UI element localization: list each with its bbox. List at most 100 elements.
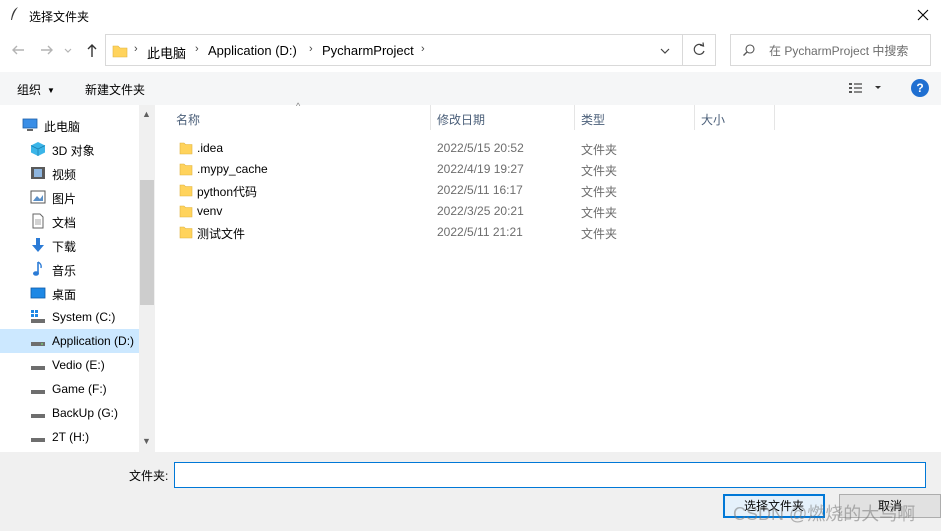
file-row[interactable]: venv 2022/3/25 20:21 文件夹 [174, 201, 734, 222]
sidebar-item-label: System (C:) [52, 310, 116, 324]
breadcrumb-separator: › [195, 43, 199, 55]
scroll-down-arrow-icon[interactable]: ▼ [142, 436, 151, 446]
drive-icon [31, 390, 45, 394]
column-header-size[interactable]: 大小 [701, 111, 725, 128]
file-row[interactable]: .idea 2022/5/15 20:52 文件夹 [174, 138, 734, 159]
sidebar-item-desktop[interactable]: 桌面 [0, 281, 139, 305]
scroll-up-arrow-icon[interactable]: ▲ [142, 109, 151, 119]
sidebar-item-game-f[interactable]: Game (F:) [0, 377, 139, 401]
breadcrumb-this-pc[interactable]: 此电脑 [147, 43, 186, 62]
search-box[interactable] [730, 34, 931, 66]
sidebar-item-this-pc[interactable]: 此电脑 [0, 113, 139, 137]
column-divider[interactable] [430, 105, 431, 130]
sidebar-item-application-d[interactable]: Application (D:) [0, 329, 139, 353]
breadcrumb-separator: › [134, 43, 138, 55]
column-divider[interactable] [574, 105, 575, 130]
refresh-button[interactable] [683, 34, 716, 66]
sidebar-item-label: 此电脑 [44, 120, 81, 134]
sidebar-item-videos[interactable]: 视频 [0, 161, 139, 185]
folder-icon [179, 226, 193, 239]
search-icon [743, 44, 755, 56]
help-icon: ? [916, 81, 924, 95]
feather-icon [11, 7, 18, 20]
file-list: ^ 名称 修改日期 类型 大小 .idea 2022/5/15 20:52 文件… [156, 101, 941, 452]
sidebar-item-pictures[interactable]: 图片 [0, 185, 139, 209]
command-toolbar: 组织 ▼ 新建文件夹 ? [0, 72, 941, 105]
sidebar-scrollbar[interactable]: ▲ ▼ [139, 105, 155, 452]
window-title: 选择文件夹 [29, 10, 90, 24]
sidebar-item-label: BackUp (G:) [52, 406, 119, 420]
system-drive-icon [31, 310, 45, 323]
download-icon [32, 238, 44, 252]
file-type: 文件夹 [581, 206, 618, 220]
forward-button[interactable] [38, 41, 56, 59]
file-name: .mypy_cache [197, 162, 268, 176]
breadcrumb-pycharmproject[interactable]: PycharmProject [322, 43, 414, 58]
file-name: python代码 [197, 185, 258, 199]
file-date: 2022/5/15 20:52 [437, 141, 524, 155]
sidebar-item-label: 音乐 [52, 264, 77, 278]
document-icon [32, 213, 44, 229]
sidebar-item-label: Application (D:) [52, 334, 135, 348]
caret-down-icon: ▼ [47, 86, 55, 95]
close-icon [917, 9, 929, 21]
column-divider[interactable] [694, 105, 695, 130]
sidebar-item-label: Game (F:) [52, 382, 107, 396]
sidebar-item-label: 桌面 [52, 288, 77, 302]
address-bar[interactable]: › 此电脑 › Application (D:) › PycharmProjec… [105, 34, 683, 66]
drive-icon [31, 438, 45, 442]
help-button[interactable]: ? [911, 79, 929, 97]
file-row[interactable]: python代码 2022/5/11 16:17 文件夹 [174, 180, 734, 201]
drive-icon [31, 342, 45, 346]
breadcrumb-application-drive[interactable]: Application (D:) [208, 43, 297, 58]
video-icon [31, 167, 45, 179]
sidebar-item-system-c[interactable]: System (C:) [0, 305, 139, 329]
sidebar-item-backup-g[interactable]: BackUp (G:) [0, 401, 139, 425]
file-date: 2022/4/19 19:27 [437, 162, 524, 176]
folder-field-label: 文件夹: [129, 469, 169, 483]
up-button[interactable] [83, 41, 101, 59]
drive-icon [31, 414, 45, 418]
chevron-down-icon [64, 48, 72, 53]
file-date: 2022/5/11 21:21 [437, 225, 523, 239]
file-date: 2022/5/11 16:17 [437, 183, 523, 197]
search-input[interactable] [769, 42, 929, 60]
title-bar: 选择文件夹 [0, 0, 941, 30]
sidebar-item-music[interactable]: 音乐 [0, 257, 139, 281]
back-button[interactable] [9, 41, 27, 59]
sidebar-item-2t-h[interactable]: 2T (H:) [0, 425, 139, 449]
sidebar-item-label: 下载 [52, 240, 77, 254]
folder-icon [179, 205, 193, 218]
view-options-button[interactable] [848, 81, 888, 98]
sidebar-item-downloads[interactable]: 下载 [0, 233, 139, 257]
column-header-date[interactable]: 修改日期 [437, 111, 485, 128]
recent-dropdown-button[interactable] [63, 41, 73, 59]
folder-name-input[interactable] [174, 462, 926, 488]
sidebar-item-label: 3D 对象 [52, 144, 95, 158]
file-row[interactable]: .mypy_cache 2022/4/19 19:27 文件夹 [174, 159, 734, 180]
folder-icon [112, 45, 128, 58]
close-button[interactable] [910, 3, 936, 27]
column-header-name[interactable]: 名称 [176, 111, 200, 128]
chevron-down-icon[interactable] [659, 45, 671, 57]
sidebar-item-label: 2T (H:) [52, 430, 90, 444]
file-name: .idea [197, 141, 224, 155]
organize-menu[interactable]: 组织 ▼ [17, 81, 55, 98]
scrollbar-thumb[interactable] [140, 180, 154, 305]
sidebar-item-documents[interactable]: 文档 [0, 209, 139, 233]
sidebar-item-label: 视频 [52, 168, 77, 182]
file-row[interactable]: 测试文件 2022/5/11 21:21 文件夹 [174, 222, 734, 243]
column-header-type[interactable]: 类型 [581, 111, 605, 128]
sidebar-item-label: 文档 [52, 216, 77, 230]
file-type: 文件夹 [581, 185, 618, 199]
column-divider[interactable] [774, 105, 775, 130]
sidebar-item-vedio-e[interactable]: Vedio (E:) [0, 353, 139, 377]
sidebar-item-label: Vedio (E:) [52, 358, 105, 372]
sidebar-item-3d-objects[interactable]: 3D 对象 [0, 137, 139, 161]
file-name: 测试文件 [197, 227, 246, 241]
folder-icon [179, 184, 193, 197]
navigation-pane: 此电脑 3D 对象 视频 图片 文档 下载 音乐 桌面 System (C:) … [0, 105, 155, 452]
new-folder-button[interactable]: 新建文件夹 [85, 81, 145, 98]
details-view-icon [849, 83, 881, 93]
breadcrumb-separator: › [421, 43, 425, 55]
